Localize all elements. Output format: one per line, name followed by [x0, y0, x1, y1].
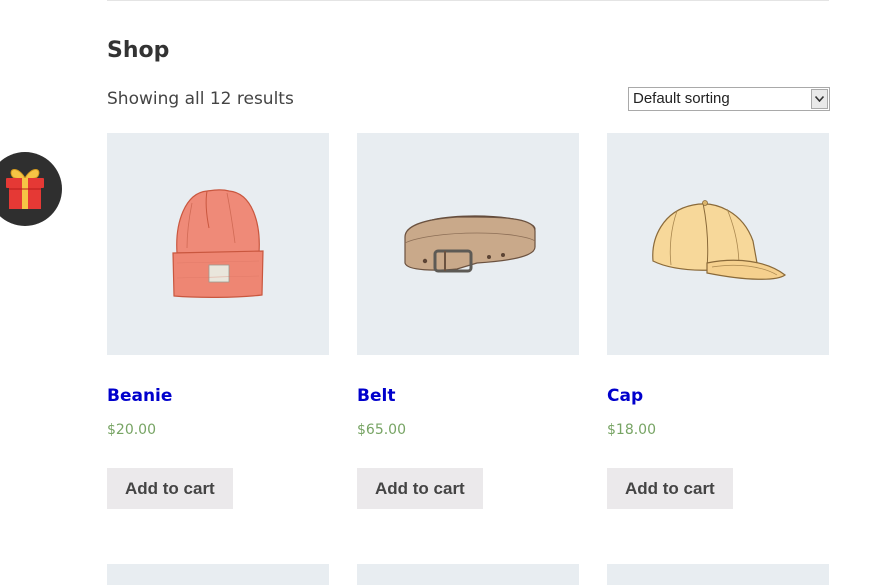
product-card: Beanie $20.00 Add to cart — [107, 133, 329, 509]
sort-select-value: Default sorting — [633, 90, 730, 107]
product-card: Belt $65.00 Add to cart — [357, 133, 579, 509]
product-image-link[interactable] — [107, 133, 329, 355]
product-image-link[interactable] — [607, 133, 829, 355]
belt-image — [404, 215, 536, 273]
product-price: $20.00 — [107, 422, 156, 438]
add-to-cart-button[interactable]: Add to cart — [607, 468, 733, 509]
gift-badge[interactable] — [0, 152, 62, 226]
add-to-cart-button[interactable]: Add to cart — [107, 468, 233, 509]
sort-select[interactable]: Default sorting — [628, 87, 830, 111]
product-title-link[interactable]: Beanie — [107, 386, 172, 406]
product-title-link[interactable]: Cap — [607, 386, 643, 406]
chevron-down-icon[interactable] — [811, 89, 828, 109]
beanie-image — [172, 189, 264, 298]
result-count: Showing all 12 results — [107, 89, 294, 109]
product-image-link[interactable] — [107, 564, 329, 585]
cap-image — [652, 200, 786, 280]
product-price: $65.00 — [357, 422, 406, 438]
page-title: Shop — [107, 38, 170, 63]
product-card: Cap $18.00 Add to cart — [607, 133, 829, 509]
product-title-link[interactable]: Belt — [357, 386, 395, 406]
product-image-link[interactable] — [357, 133, 579, 355]
product-image-link[interactable] — [357, 564, 579, 585]
top-divider — [107, 0, 829, 1]
add-to-cart-button[interactable]: Add to cart — [357, 468, 483, 509]
product-price: $18.00 — [607, 422, 656, 438]
gift-icon — [6, 169, 44, 209]
product-image-link[interactable] — [607, 564, 829, 585]
